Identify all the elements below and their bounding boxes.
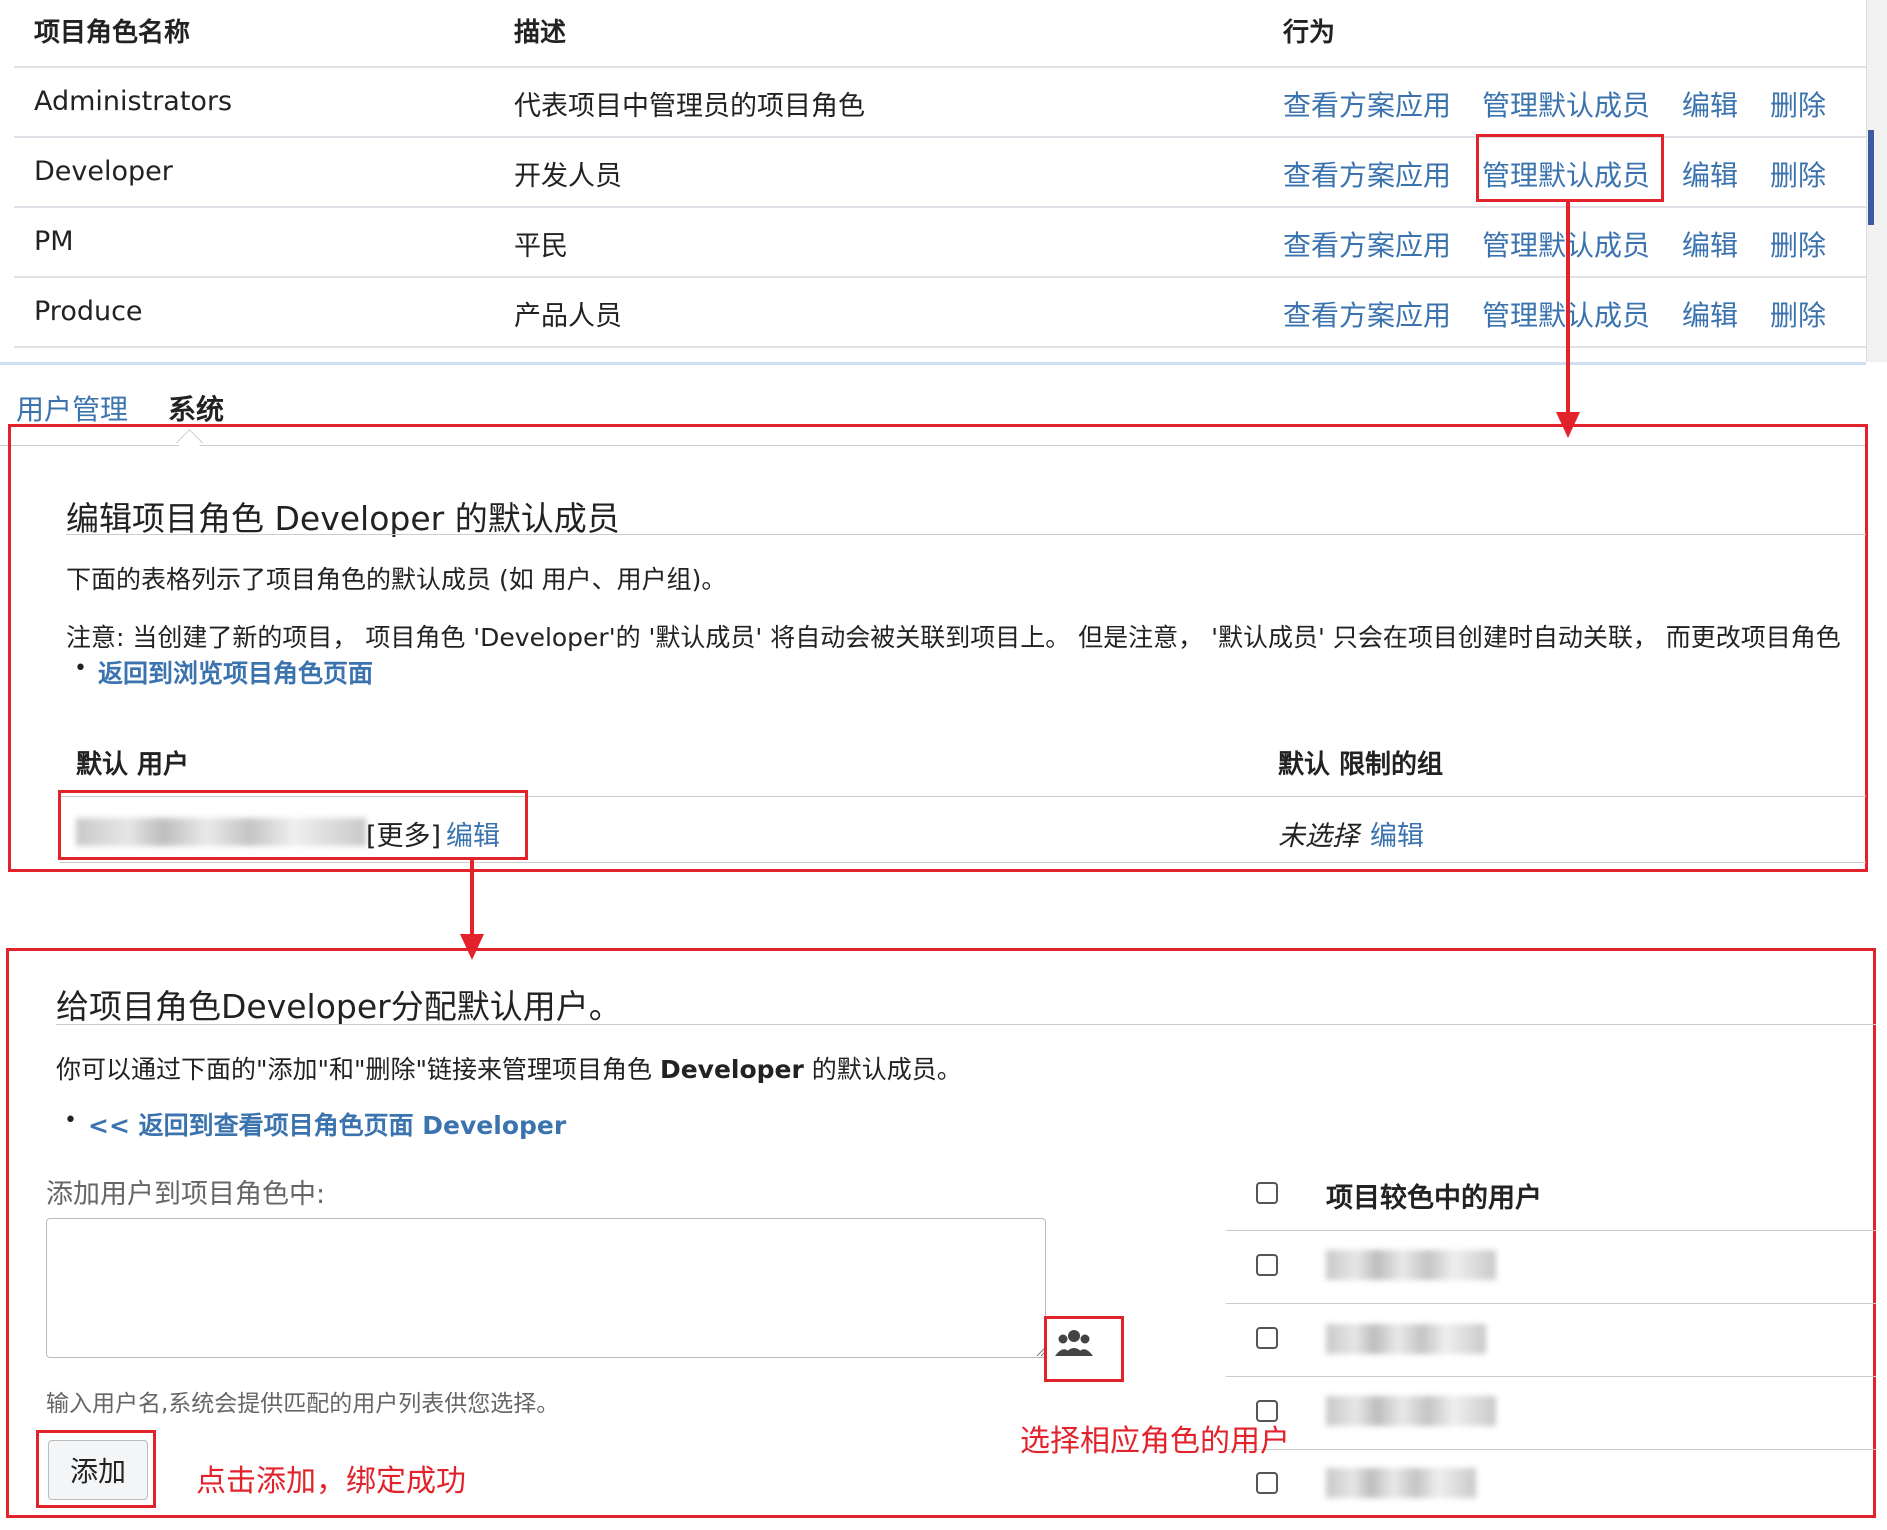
blurred-user — [1326, 1324, 1486, 1354]
table-divider — [1226, 1376, 1876, 1377]
desc-role: Developer — [659, 1055, 804, 1084]
edit-role-link[interactable]: 编辑 — [1682, 84, 1738, 124]
default-members-title: 编辑项目角色 Developer 的默认成员 — [66, 499, 620, 538]
table-divider — [14, 206, 1866, 208]
role-name: PM — [34, 226, 74, 257]
table-divider — [1226, 1303, 1876, 1304]
select-all-checkbox[interactable] — [1256, 1182, 1278, 1204]
role-description: 开发人员 — [514, 161, 622, 192]
role-description: 产品人员 — [514, 301, 622, 332]
manage-default-members-link[interactable]: 管理默认成员 — [1482, 84, 1650, 124]
header-role-name: 项目角色名称 — [34, 18, 191, 48]
assign-title: 给项目角色Developer分配默认用户。 — [56, 987, 622, 1026]
delete-role-link[interactable]: 删除 — [1770, 294, 1826, 334]
delete-role-link[interactable]: 删除 — [1770, 154, 1826, 194]
bullet: • — [74, 656, 87, 681]
user-checkbox[interactable] — [1256, 1472, 1278, 1494]
default-members-description: 下面的表格列示了项目角色的默认成员 (如 用户、用户组)。 — [66, 565, 727, 594]
role-description: 平民 — [514, 231, 568, 262]
role-name: Produce — [34, 296, 143, 327]
title-underline — [66, 534, 1866, 535]
blurred-user — [1326, 1396, 1496, 1426]
col-default-users: 默认 用户 — [76, 750, 190, 780]
edit-role-link[interactable]: 编辑 — [1682, 224, 1738, 264]
add-users-hint: 输入用户名,系统会提供匹配的用户列表供您选择。 — [46, 1391, 560, 1417]
back-to-roles-link[interactable]: 返回到浏览项目角色页面 — [98, 654, 373, 690]
bullet: • — [64, 1108, 77, 1133]
view-scheme-link[interactable]: 查看方案应用 — [1283, 294, 1451, 334]
scrollbar-thumb[interactable] — [1868, 130, 1874, 225]
table-divider — [1226, 1449, 1876, 1450]
tab-user-management[interactable]: 用户管理 — [16, 388, 128, 428]
delete-role-link[interactable]: 删除 — [1770, 224, 1826, 264]
role-description: 代表项目中管理员的项目角色 — [514, 91, 865, 122]
edit-role-link[interactable]: 编辑 — [1682, 154, 1738, 194]
add-users-input[interactable] — [46, 1218, 1046, 1358]
role-name: Administrators — [34, 86, 233, 117]
blurred-user — [1326, 1468, 1476, 1498]
groups-none-selected: 未选择 — [1278, 821, 1359, 852]
view-scheme-link[interactable]: 查看方案应用 — [1283, 84, 1451, 124]
title-underline — [56, 1024, 1876, 1025]
arrow-line — [1566, 202, 1570, 416]
edit-default-groups-link[interactable]: 编辑 — [1370, 814, 1424, 853]
highlight-manage-defaults — [1476, 134, 1664, 202]
section-border — [0, 362, 1866, 365]
delete-role-link[interactable]: 删除 — [1770, 84, 1826, 124]
header-description: 描述 — [514, 18, 567, 48]
desc-prefix: 你可以通过下面的"添加"和"删除"链接来管理项目角色 — [56, 1055, 660, 1084]
table-divider — [60, 862, 1866, 863]
highlight-user-picker — [1044, 1316, 1124, 1382]
edit-role-link[interactable]: 编辑 — [1682, 294, 1738, 334]
annotation-select-user: 选择相应角色的用户 — [1020, 1424, 1290, 1459]
role-users-header: 项目较色中的用户 — [1326, 1183, 1542, 1214]
default-members-note: 注意: 当创建了新的项目， 项目角色 'Developer'的 '默认成员' 将… — [66, 623, 1841, 652]
header-actions: 行为 — [1283, 18, 1336, 48]
add-users-label: 添加用户到项目角色中: — [46, 1179, 326, 1210]
tab-system[interactable]: 系统 — [168, 388, 224, 428]
view-scheme-link[interactable]: 查看方案应用 — [1283, 224, 1451, 264]
blurred-user — [1326, 1250, 1496, 1280]
annotation-click-add: 点击添加，绑定成功 — [196, 1464, 466, 1499]
back-to-role-view-link[interactable]: << 返回到查看项目角色页面 Developer — [88, 1106, 566, 1142]
col-default-groups: 默认 限制的组 — [1278, 750, 1444, 780]
highlight-add-button — [36, 1430, 156, 1508]
user-checkbox[interactable] — [1256, 1327, 1278, 1349]
role-name: Developer — [34, 156, 173, 187]
table-divider — [1226, 1230, 1876, 1231]
desc-suffix: 的默认成员。 — [803, 1055, 962, 1084]
user-checkbox[interactable] — [1256, 1254, 1278, 1276]
table-divider — [14, 66, 1866, 68]
view-scheme-link[interactable]: 查看方案应用 — [1283, 154, 1451, 194]
table-divider — [14, 276, 1866, 278]
table-divider — [14, 346, 1866, 348]
assign-description: 你可以通过下面的"添加"和"删除"链接来管理项目角色 Developer 的默认… — [56, 1050, 962, 1086]
highlight-default-users — [58, 790, 528, 860]
